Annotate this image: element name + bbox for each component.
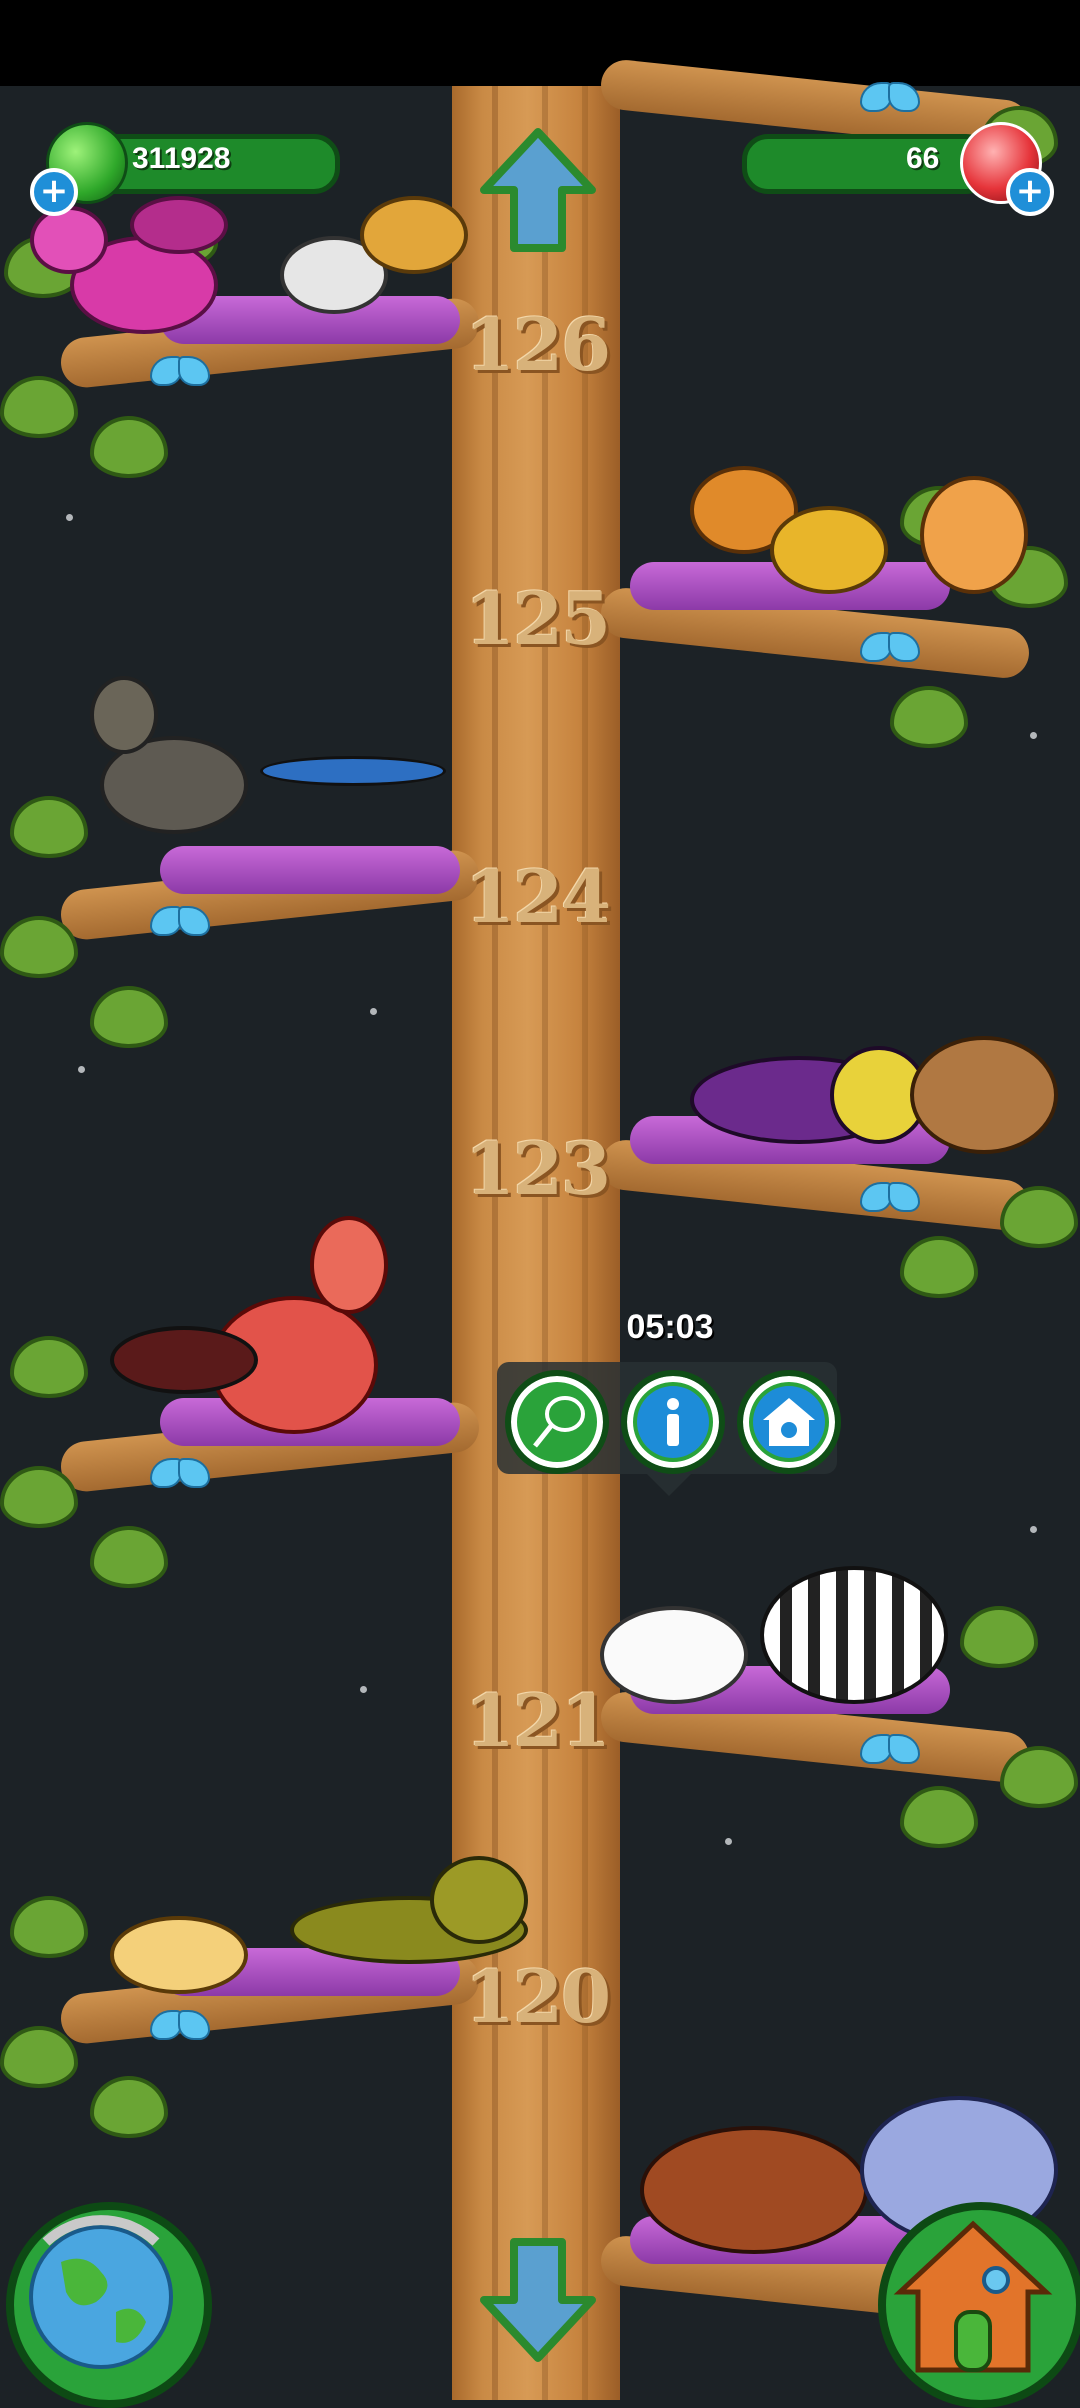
gems-value: 66 [906,142,940,175]
level-number-126: 126 [464,302,611,387]
house-icon [893,2220,1053,2373]
leaf [900,1236,978,1298]
star [370,1008,377,1015]
star [66,514,73,521]
level-number-124: 124 [464,854,611,939]
info-icon [637,1386,709,1458]
butterfly-icon[interactable] [150,906,210,936]
leaf [90,986,168,1048]
leaf [0,376,78,438]
star [725,1838,732,1845]
globe-icon [29,2215,173,2369]
gems-bar [742,134,992,194]
coins-value: 311928 [132,142,231,175]
star [1030,1526,1037,1533]
leaf [90,2076,168,2138]
leaf [10,1336,88,1398]
butterfly-icon[interactable] [860,632,920,662]
animal-house-button[interactable] [737,1370,841,1474]
star [360,1686,367,1693]
scroll-down-button[interactable] [478,2234,598,2364]
butterfly-icon[interactable] [860,1734,920,1764]
catch-net-button[interactable] [505,1370,609,1474]
animal-group-121[interactable] [580,1526,980,1736]
pelican[interactable] [260,186,470,336]
leaf [1000,1746,1078,1808]
leaf [0,2026,78,2088]
butterfly-icon[interactable] [150,2010,210,2040]
scroll-up-button[interactable] [478,126,598,256]
animal-group-123[interactable] [690,1026,1060,1156]
game-world[interactable]: 126 125 124 123 121 120 311928 + 66 + 05… [0,57,1080,2408]
tree-trunk [452,86,620,2400]
star [78,1066,85,1073]
level-action-popup [497,1362,841,1496]
animal-group-122[interactable] [110,1216,430,1446]
pink-dragon[interactable] [30,196,250,336]
leaf [90,1526,168,1588]
butterfly-icon[interactable] [860,82,920,112]
down-arrow-icon [480,2238,596,2362]
animal-house-icon [753,1386,825,1458]
leaf [900,1786,978,1848]
dragonfly[interactable] [260,736,446,796]
home-button[interactable] [878,2202,1080,2408]
timer-text: 05:03 [626,1308,714,1346]
leaf [1000,1186,1078,1248]
net-icon [521,1386,593,1458]
leaf [90,416,168,478]
level-number-125: 125 [464,576,611,661]
butterfly-icon[interactable] [860,1182,920,1212]
leaf [10,1896,88,1958]
butterfly-icon[interactable] [150,1458,210,1488]
animal-group-120[interactable] [100,1856,540,2006]
add-coins-button[interactable]: + [30,168,78,216]
status-bar [0,0,1080,86]
reindeer[interactable] [50,626,250,876]
world-map-button[interactable] [6,2202,212,2408]
leaf [890,686,968,748]
add-gems-button[interactable]: + [1006,168,1054,216]
animal-group-125[interactable] [690,466,1030,606]
star [1030,732,1037,739]
level-number-123: 123 [464,1126,611,1211]
up-arrow-icon [480,128,596,252]
butterfly-icon[interactable] [150,356,210,386]
info-button[interactable] [621,1370,725,1474]
